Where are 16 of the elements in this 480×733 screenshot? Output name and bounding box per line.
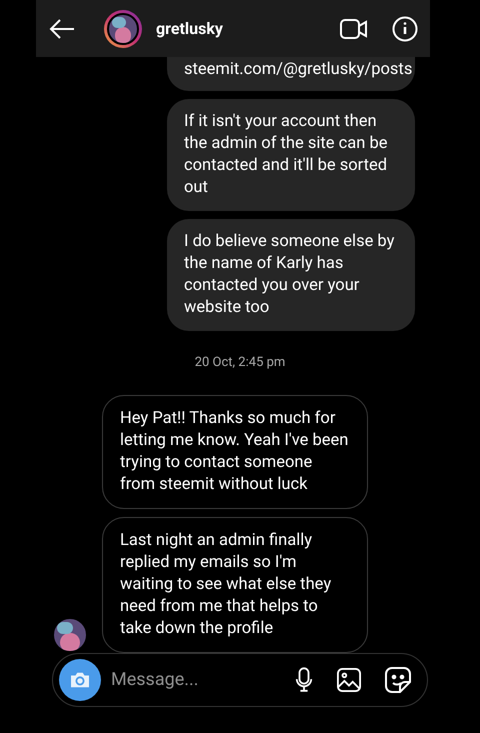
sticker-icon[interactable]: [385, 666, 411, 692]
username[interactable]: gretlusky: [156, 16, 223, 40]
avatar: [104, 10, 142, 48]
info-icon[interactable]: [392, 16, 418, 42]
message-bubble: Hey Pat!! Thanks so much for letting me know. Yeah I've been trying to contact someone from steemit without luck: [102, 394, 368, 508]
camera-icon: [69, 670, 91, 688]
timestamp: 20 Oct, 2:45 pm: [194, 354, 286, 372]
message-bubble: steemit.com/@gretlusky/posts: [167, 57, 415, 91]
microphone-icon[interactable]: [295, 666, 313, 692]
camera-button[interactable]: [59, 658, 101, 700]
message-bubble: If it isn't your account then the admin of the site can be contacted and it'll be sorted out: [167, 99, 415, 211]
message-bubble: Last night an admin finally replied my emails so I'm waiting to see what else they need from me that helps to take down the profile: [102, 516, 368, 652]
image-icon[interactable]: [337, 668, 361, 692]
message-bubble: I do believe someone else by the name of Karly has contacted you over your website too: [167, 219, 415, 331]
video-camera-icon[interactable]: [340, 18, 368, 40]
message-field[interactable]: Message...: [111, 666, 285, 693]
